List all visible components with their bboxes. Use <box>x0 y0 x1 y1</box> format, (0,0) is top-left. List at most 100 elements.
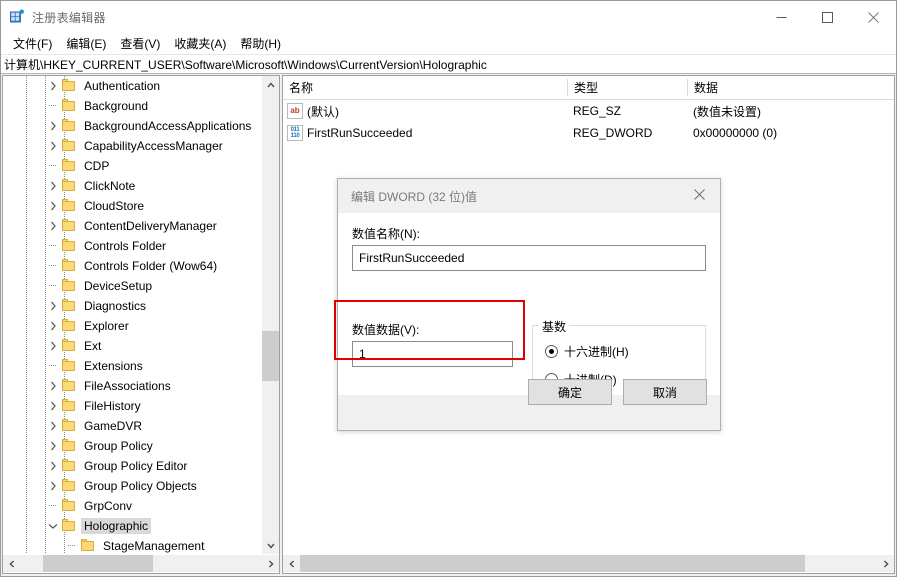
tree-node[interactable]: Diagnostics <box>3 296 263 316</box>
tree-leaf-connector-icon <box>45 276 61 296</box>
tree-horizontal-scrollbar[interactable] <box>3 555 279 572</box>
tree-node[interactable]: Group Policy <box>3 436 263 456</box>
tree-node[interactable]: ContentDeliveryManager <box>3 216 263 236</box>
folder-icon <box>61 99 77 113</box>
tree-node[interactable]: StageManagement <box>3 536 263 554</box>
tree-node[interactable]: FileAssociations <box>3 376 263 396</box>
value-data-input[interactable]: 1 <box>352 341 513 367</box>
column-header-data[interactable]: 数据 <box>688 76 894 99</box>
tree-scroll-right-arrow[interactable] <box>262 555 279 572</box>
chevron-right-icon[interactable] <box>45 76 61 96</box>
chevron-right-icon[interactable] <box>45 216 61 236</box>
tree-node-label: Controls Folder <box>84 239 167 253</box>
tree-node[interactable]: ClickNote <box>3 176 263 196</box>
dialog-close-icon[interactable] <box>678 179 720 209</box>
value-type-cell: REG_DWORD <box>573 126 653 140</box>
tree-node-label: FileHistory <box>84 399 141 413</box>
registry-editor-window: 注册表编辑器 文件(F) 编辑(E) 查看(V) 收藏夹(A) 帮助(H) 计算… <box>0 0 897 577</box>
minimize-button[interactable] <box>758 1 804 33</box>
value-name-input[interactable]: FirstRunSucceeded <box>352 245 706 271</box>
folder-icon <box>61 459 77 473</box>
tree-node[interactable]: CapabilityAccessManager <box>3 136 263 156</box>
chevron-right-icon[interactable] <box>45 136 61 156</box>
menu-file[interactable]: 文件(F) <box>6 33 59 54</box>
chevron-right-icon[interactable] <box>45 436 61 456</box>
folder-icon <box>61 379 77 393</box>
tree-node[interactable]: Holographic <box>3 516 263 536</box>
tree-node[interactable]: CDP <box>3 156 263 176</box>
chevron-right-icon[interactable] <box>45 416 61 436</box>
chevron-right-icon[interactable] <box>45 316 61 336</box>
tree-node[interactable]: Group Policy Objects <box>3 476 263 496</box>
tree-scroll-left-arrow[interactable] <box>3 555 20 572</box>
folder-icon <box>80 539 96 553</box>
tree-node[interactable]: Authentication <box>3 76 263 96</box>
chevron-right-icon[interactable] <box>45 176 61 196</box>
value-type-cell: REG_SZ <box>573 104 622 118</box>
values-scroll-left-arrow[interactable] <box>283 555 300 572</box>
chevron-right-icon[interactable] <box>45 336 61 356</box>
folder-icon <box>61 139 77 153</box>
tree-vertical-scrollbar[interactable] <box>262 76 279 554</box>
value-row[interactable]: 011 110 FirstRunSucceeded REG_DWORD 0x000000… <box>283 123 894 143</box>
menu-edit[interactable]: 编辑(E) <box>59 33 113 54</box>
values-scroll-right-arrow[interactable] <box>877 555 894 572</box>
menu-favorites[interactable]: 收藏夹(A) <box>167 33 233 54</box>
tree-scroll-down-arrow[interactable] <box>262 537 279 554</box>
menu-view[interactable]: 查看(V) <box>113 33 167 54</box>
chevron-right-icon[interactable] <box>45 116 61 136</box>
tree-node[interactable]: Group Policy Editor <box>3 456 263 476</box>
folder-icon <box>61 319 77 333</box>
maximize-button[interactable] <box>804 1 850 33</box>
chevron-right-icon[interactable] <box>45 396 61 416</box>
tree-node[interactable]: BackgroundAccessApplications <box>3 116 263 136</box>
chevron-right-icon[interactable] <box>45 456 61 476</box>
address-bar[interactable]: 计算机\HKEY_CURRENT_USER\Software\Microsoft… <box>1 54 896 74</box>
tree-node[interactable]: Controls Folder (Wow64) <box>3 256 263 276</box>
column-header-name[interactable]: 名称 <box>283 76 567 99</box>
dialog-body: 数值名称(N): FirstRunSucceeded 数值数据(V): 1 基数… <box>338 213 720 403</box>
tree-leaf-connector-icon <box>45 236 61 256</box>
column-header-type[interactable]: 类型 <box>568 76 687 99</box>
tree-node-label: Authentication <box>84 79 161 93</box>
tree-node-label: FileAssociations <box>84 379 171 393</box>
chevron-down-icon[interactable] <box>45 516 61 536</box>
tree-node[interactable]: GameDVR <box>3 416 263 436</box>
tree-scroll-thumb[interactable] <box>262 331 279 381</box>
tree-node[interactable]: Ext <box>3 336 263 356</box>
string-value-icon: ab <box>287 103 303 119</box>
registry-editor-icon <box>9 9 25 25</box>
folder-icon <box>61 339 77 353</box>
cancel-button[interactable]: 取消 <box>623 379 707 405</box>
value-name-cell: ab (默认) <box>287 103 339 120</box>
ok-button[interactable]: 确定 <box>528 379 612 405</box>
tree-node[interactable]: CloudStore <box>3 196 263 216</box>
radio-hexadecimal[interactable]: 十六进制(H) <box>545 343 629 360</box>
chevron-right-icon[interactable] <box>45 376 61 396</box>
tree-leaf-connector-icon <box>64 536 80 554</box>
tree-node[interactable]: Explorer <box>3 316 263 336</box>
tree-node[interactable]: GrpConv <box>3 496 263 516</box>
tree-leaf-connector-icon <box>45 356 61 376</box>
dialog-title-bar: 编辑 DWORD (32 位)值 <box>338 179 720 213</box>
value-row[interactable]: ab (默认) REG_SZ (数值未设置) <box>283 101 894 121</box>
menu-help[interactable]: 帮助(H) <box>233 33 288 54</box>
close-button[interactable] <box>850 1 896 33</box>
tree-scroll-up-arrow[interactable] <box>262 76 279 93</box>
value-name-label: 数值名称(N): <box>352 227 420 241</box>
values-hscroll-thumb[interactable] <box>300 555 805 572</box>
value-data-cell: (数值未设置) <box>693 104 761 119</box>
chevron-right-icon[interactable] <box>45 296 61 316</box>
tree-node[interactable]: Background <box>3 96 263 116</box>
chevron-right-icon[interactable] <box>45 196 61 216</box>
tree-node-label: Background <box>84 99 149 113</box>
chevron-right-icon[interactable] <box>45 476 61 496</box>
tree-node[interactable]: DeviceSetup <box>3 276 263 296</box>
tree-node[interactable]: Controls Folder <box>3 236 263 256</box>
tree-node[interactable]: FileHistory <box>3 396 263 416</box>
registry-tree[interactable]: Authentication Background BackgroundAccess… <box>3 76 263 554</box>
tree-node[interactable]: Extensions <box>3 356 263 376</box>
tree-hscroll-thumb[interactable] <box>43 555 153 572</box>
values-horizontal-scrollbar[interactable] <box>283 555 894 572</box>
folder-icon <box>61 159 77 173</box>
